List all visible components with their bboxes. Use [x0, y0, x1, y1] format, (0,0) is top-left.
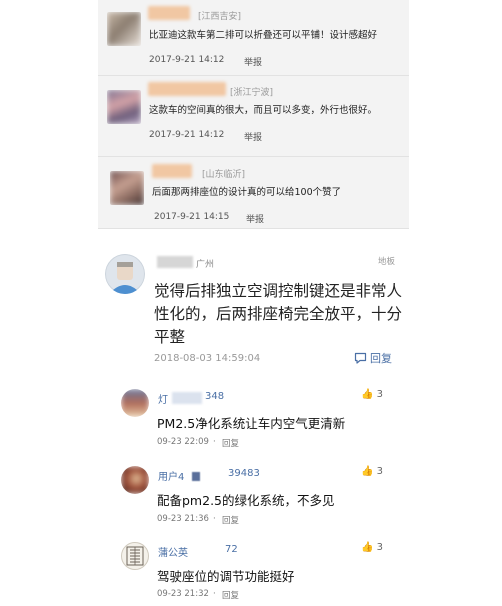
report-link[interactable]: 举报: [246, 212, 264, 225]
avatar[interactable]: [107, 12, 141, 46]
username-suffix[interactable]: 348: [205, 391, 224, 402]
comment-card: [浙江宁波] 这款车的空间真的很大，而且可以多变，外行也很好。 2017-9-2…: [98, 76, 409, 157]
location-label: [山东临沂]: [202, 170, 246, 180]
meta-separator: ·: [213, 589, 216, 599]
comment-text-line: 平整: [154, 328, 186, 346]
comment-text: 觉得后排独立空调控制键还是非常人 性化的，后两排座椅完全放平，十分 平整: [154, 280, 402, 349]
speech-bubble-icon: [354, 352, 367, 364]
username-suffix[interactable]: 39483: [228, 468, 260, 479]
username-blurred[interactable]: [148, 82, 226, 96]
reply-link[interactable]: 回复: [222, 514, 239, 526]
reply-text: PM2.5净化系统让车内空气更清新: [157, 416, 346, 431]
like-button[interactable]: 👍 3: [361, 466, 383, 477]
report-link[interactable]: 举报: [244, 130, 262, 143]
timestamp: 2017-9-21 14:12: [149, 55, 225, 65]
reply-button[interactable]: 回复: [354, 350, 392, 366]
like-count: 3: [376, 466, 384, 477]
username-blurred: [172, 392, 202, 404]
reply-text: 驾驶座位的调节功能挺好: [157, 569, 295, 584]
comment-text: 这款车的空间真的很大，而且可以多变，外行也很好。: [149, 105, 378, 116]
floor-label: 地板: [378, 257, 396, 267]
reply-time: 09-23 21:32: [157, 589, 209, 599]
avatar[interactable]: [121, 466, 149, 494]
thumbs-up-icon: 👍: [361, 466, 374, 477]
username-prefix[interactable]: 灯: [158, 391, 168, 406]
like-count: 3: [376, 542, 384, 553]
timestamp: 2017-9-21 14:15: [154, 212, 230, 222]
username-blurred[interactable]: [148, 6, 190, 20]
like-button[interactable]: 👍 3: [361, 389, 383, 400]
username-blurred[interactable]: [152, 164, 192, 178]
timestamp: 2018-08-03 14:59:04: [154, 353, 261, 364]
thumbs-up-icon: 👍: [361, 542, 374, 553]
username-prefix[interactable]: 蒲公英: [158, 544, 188, 559]
timestamp: 2017-9-21 14:12: [149, 130, 225, 140]
reply-link[interactable]: 回复: [222, 437, 239, 449]
avatar[interactable]: [121, 542, 149, 570]
avatar[interactable]: [121, 389, 149, 417]
reply-time: 09-23 21:36: [157, 514, 209, 524]
comment-text: 后面那两排座位的设计真的可以给100个赞了: [152, 187, 342, 198]
location-label: 广州: [196, 260, 215, 270]
like-button[interactable]: 👍 3: [361, 542, 383, 553]
comment-text-line: 性化的，后两排座椅完全放平，十分: [154, 305, 403, 323]
comment-card: [山东临沂] 后面那两排座位的设计真的可以给100个赞了 2017-9-21 1…: [98, 157, 409, 229]
comment-text-line: 觉得后排独立空调控制键还是非常人: [154, 282, 403, 300]
username-prefix[interactable]: 用户4: [158, 468, 184, 483]
like-count: 3: [376, 389, 384, 400]
meta-separator: ·: [213, 514, 216, 524]
location-label: [江西吉安]: [198, 12, 242, 22]
report-link[interactable]: 举报: [244, 55, 262, 68]
reply-label: 回复: [370, 352, 392, 365]
location-label: [浙江宁波]: [230, 88, 274, 98]
reply-text: 配备pm2.5的绿化系统，不多见: [157, 493, 335, 508]
reply-time: 09-23 22:09: [157, 437, 209, 447]
comment-text: 比亚迪这款车第二排可以折叠还可以平铺！设计感超好: [149, 30, 378, 41]
reply-link[interactable]: 回复: [222, 589, 239, 601]
username-suffix[interactable]: 72: [225, 544, 238, 555]
thumbs-up-icon: 👍: [361, 389, 374, 400]
avatar[interactable]: [110, 171, 144, 205]
meta-separator: ·: [213, 437, 216, 447]
username-blurred[interactable]: [157, 256, 193, 268]
avatar[interactable]: [107, 90, 141, 124]
username-blurred: [192, 472, 200, 481]
comment-card: [江西吉安] 比亚迪这款车第二排可以折叠还可以平铺！设计感超好 2017-9-2…: [98, 0, 409, 76]
avatar[interactable]: [105, 254, 145, 294]
